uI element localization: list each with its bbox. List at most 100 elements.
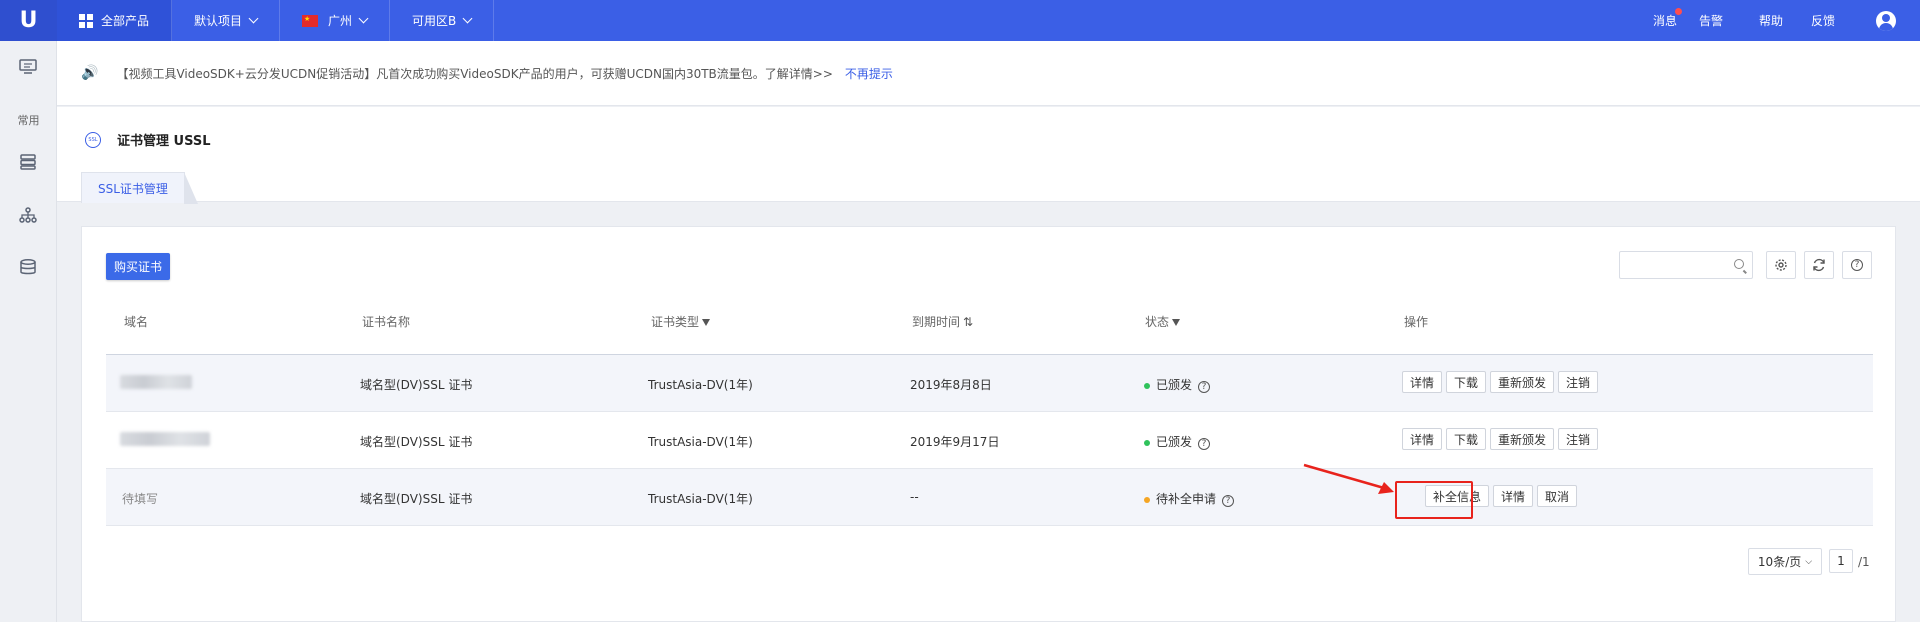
question-icon[interactable]: ? [1222,495,1235,507]
cert-name-cell: 域名型(DV)SSL 证书 [360,435,473,449]
question-icon[interactable]: ? [1198,438,1211,450]
cert-name-cell: 域名型(DV)SSL 证书 [360,492,473,506]
status-label: 已颁发 [1156,378,1193,392]
tab-ssl-cert-management[interactable]: SSL证书管理 [81,172,198,204]
cancel-button[interactable]: 取消 [1537,485,1578,507]
col-cert-name: 证书名称 [362,315,411,329]
ucloud-logo[interactable]: U [0,0,57,41]
buy-certificate-button[interactable]: 购买证书 [106,253,171,280]
dismiss-notice-link[interactable]: 不再提示 [845,65,893,82]
alerts-link[interactable]: 告警 [1688,12,1734,29]
page-header: SSL 证书管理 USSL SSL证书管理 [57,107,1920,204]
annotation-arrow [1303,463,1394,494]
cert-type-cell: TrustAsia-DV(1年) [648,378,753,392]
help-link[interactable]: 帮助 [1748,12,1794,29]
nav-zone-selector[interactable]: 可用区B [390,0,495,41]
table-header: 域名 证书名称 证书类型 到期时间 ⇅ 状态 操作 [106,287,1873,355]
messages-link[interactable]: 消息 [1642,8,1688,29]
search-icon[interactable] [1734,259,1744,269]
filter-icon[interactable] [1172,319,1181,326]
promo-notice-bar: 🔊 【视频工具VideoSDK+云分发UCDN促销活动】凡首次成功购买Video… [57,41,1920,106]
messages-label: 消息 [1652,14,1677,28]
user-avatar-icon[interactable] [1876,10,1896,31]
refresh-button[interactable] [1804,251,1834,279]
question-icon[interactable]: ? [1198,381,1211,393]
col-expire-time[interactable]: 到期时间 ⇅ [912,313,973,330]
col-expire-label: 到期时间 [912,315,961,329]
status-label: 待补全申请 [1156,492,1217,506]
expire-cell: 2019年9月17日 [910,435,1000,449]
reissue-button[interactable]: 重新颁发 [1490,428,1555,450]
col-status[interactable]: 状态 [1145,313,1181,330]
redacted-domain [120,375,192,389]
status-cell: 已颁发? [1144,433,1211,450]
sort-icon[interactable]: ⇅ [963,315,973,329]
promo-notice-text[interactable]: 【视频工具VideoSDK+云分发UCDN促销活动】凡首次成功购买VideoSD… [116,65,832,82]
sidebar: 常用 [0,41,57,622]
page-size-label: 10条/页 [1757,555,1802,569]
expire-cell: 2019年8月8日 [910,378,992,392]
nav-all-products-label: 全部产品 [101,14,150,28]
col-cert-type[interactable]: 证书类型 [651,313,711,330]
row-actions: 详情 下载 重新颁发 注销 [1402,428,1599,450]
network-icon[interactable] [19,207,37,223]
status-dot-pending [1144,496,1150,503]
col-actions: 操作 [1404,315,1429,329]
col-cert-type-label: 证书类型 [651,315,700,329]
filter-icon[interactable] [702,319,711,326]
status-dot-issued [1144,439,1150,446]
china-flag-icon [302,14,319,27]
ssl-icon: SSL [85,132,101,148]
status-label: 已颁发 [1156,435,1193,449]
download-button[interactable]: 下载 [1446,428,1487,450]
speaker-icon: 🔊 [81,65,99,81]
revoke-button[interactable]: 注销 [1558,428,1599,450]
download-button[interactable]: 下载 [1446,371,1487,393]
chevron-down-icon [462,13,473,24]
page-total: /1 [1858,555,1870,569]
grid-icon [79,13,93,28]
nav-region-selector[interactable]: 广州 [280,0,391,41]
nav-zone-label: 可用区B [412,14,457,28]
revoke-button[interactable]: 注销 [1558,371,1599,393]
nav-all-products[interactable]: 全部产品 [57,0,173,41]
domain-cell: 待填写 [122,492,159,506]
monitor-icon[interactable] [19,59,37,75]
top-navigation-bar: U 全部产品 默认项目 广州 可用区B 消息 告警 帮助 反馈 [0,0,1920,41]
status-cell: 待补全申请? [1144,490,1235,507]
redacted-domain [120,432,210,446]
table-row: 域名型(DV)SSL 证书 TrustAsia-DV(1年) 2019年8月8日… [106,355,1873,412]
details-button[interactable]: 详情 [1493,485,1534,507]
page-size-select[interactable]: 10条/页 ⌵ [1748,548,1822,575]
expire-cell: -- [910,490,919,504]
refresh-icon [1813,258,1825,272]
database-icon[interactable] [19,259,37,275]
cert-table: 域名 证书名称 证书类型 到期时间 ⇅ 状态 操作 域名型(DV)SSL 证书 T… [106,287,1873,526]
details-button[interactable]: 详情 [1402,371,1443,393]
search-input[interactable] [1619,251,1753,279]
col-domain: 域名 [124,315,149,329]
page-number-input[interactable]: 1 [1829,549,1853,573]
feedback-link[interactable]: 反馈 [1800,12,1846,29]
cert-type-cell: TrustAsia-DV(1年) [648,435,753,449]
chevron-down-icon [248,13,259,24]
chevron-down-icon: ⌵ [1805,556,1813,567]
col-status-label: 状态 [1145,315,1170,329]
nav-project-label: 默认项目 [194,14,243,28]
sidebar-common-label: 常用 [17,114,40,127]
details-button[interactable]: 详情 [1402,428,1443,450]
top-nav: 全部产品 默认项目 广州 可用区B [57,0,495,41]
cert-name-cell: 域名型(DV)SSL 证书 [360,378,473,392]
annotation-highlight-box [1395,481,1473,519]
help-button[interactable]: ? [1842,251,1872,279]
reissue-button[interactable]: 重新颁发 [1490,371,1555,393]
settings-button[interactable] [1766,251,1796,279]
status-cell: 已颁发? [1144,376,1211,393]
question-icon: ? [1851,259,1863,271]
nav-project-selector[interactable]: 默认项目 [172,0,281,41]
cert-type-cell: TrustAsia-DV(1年) [648,492,753,506]
ssl-icon-label: SSL [88,137,98,143]
top-right-links: 消息 告警 帮助 反馈 [1642,0,1920,41]
list-icon[interactable] [19,154,37,170]
nav-region-label: 广州 [328,14,353,28]
